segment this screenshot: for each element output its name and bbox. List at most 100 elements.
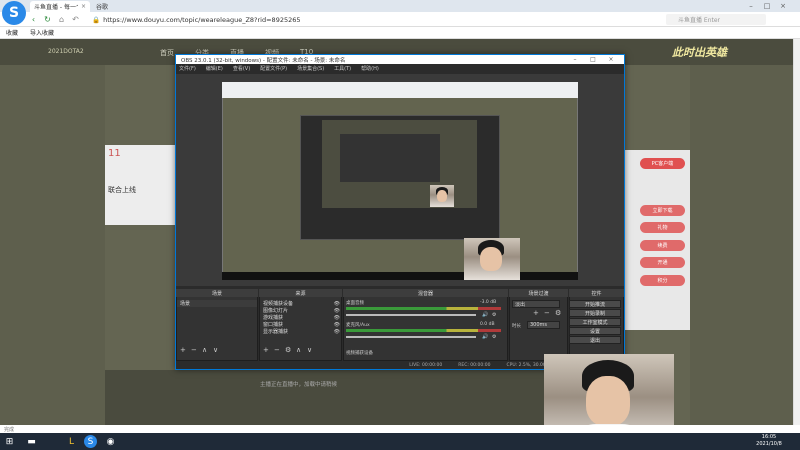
remove-transition-icon[interactable]: −: [544, 309, 550, 317]
start-recording-button[interactable]: 开始录制: [569, 309, 621, 317]
remove-scene-icon[interactable]: −: [191, 346, 197, 354]
taskbar-clock[interactable]: 16:05 2021/10/8: [744, 434, 794, 449]
bookmarks-bar: 收藏 导入收藏: [0, 27, 800, 39]
browser-status-bar: 完成: [0, 425, 800, 433]
url-text: https://www.douyu.com/topic/weareleague_…: [103, 15, 301, 24]
mixer-settings-icon[interactable]: ⚙: [492, 334, 496, 340]
obs-minimize-icon[interactable]: –: [568, 55, 582, 64]
duration-input[interactable]: 300ms: [527, 321, 560, 329]
folder-icon[interactable]: ▬: [25, 435, 38, 448]
visibility-icon[interactable]: 👁: [334, 315, 340, 321]
source-label: 视频捕获设备: [263, 301, 294, 307]
scene-down-icon[interactable]: ∨: [213, 346, 218, 354]
transitions-dock-title: 场景过渡: [509, 289, 568, 297]
scene-item[interactable]: 场景: [177, 300, 257, 307]
tag-download[interactable]: 立即下载: [640, 205, 685, 216]
mixer-channel-label: 桌面音频: [346, 301, 364, 306]
visibility-icon[interactable]: 👁: [334, 329, 340, 335]
search-input[interactable]: 斗鱼直播 Enter: [666, 14, 766, 25]
player-area: [105, 370, 545, 425]
visibility-icon[interactable]: 👁: [334, 308, 340, 314]
tag-gift[interactable]: 礼物: [640, 222, 685, 233]
source-item[interactable]: 窗口捕获 👁: [260, 321, 340, 329]
tab-douyu[interactable]: 斗鱼直播 - 每一个人的直播平台 ×: [30, 1, 90, 12]
source-settings-icon[interactable]: ⚙: [285, 346, 291, 354]
visibility-icon[interactable]: 👁: [334, 322, 340, 328]
audio-meter: [346, 307, 501, 310]
volume-slider[interactable]: [346, 314, 476, 316]
sources-dock-title: 来源: [259, 289, 342, 297]
close-tab-icon[interactable]: ×: [81, 3, 86, 10]
source-label: 图像幻灯片: [263, 308, 289, 314]
remove-source-icon[interactable]: −: [274, 346, 280, 354]
mixer-channel-label: 麦克风/Aux: [346, 323, 370, 328]
add-source-icon[interactable]: +: [263, 346, 269, 354]
minimize-icon[interactable]: –: [744, 0, 758, 11]
settings-button[interactable]: 设置: [569, 327, 621, 335]
refresh-icon[interactable]: ↻: [42, 14, 53, 25]
mixer-channel-db: -3.0 dB: [480, 300, 497, 305]
add-transition-icon[interactable]: +: [533, 309, 539, 317]
obs-menu-profile[interactable]: 配置文件(P): [260, 65, 287, 72]
site-nav-home[interactable]: 首页: [160, 48, 174, 58]
transition-settings-icon[interactable]: ⚙: [555, 309, 561, 317]
speaker-icon[interactable]: 🔊: [482, 334, 488, 340]
studio-mode-button[interactable]: 工作室模式: [569, 318, 621, 326]
mixer-settings-icon[interactable]: ⚙: [492, 312, 496, 318]
maximize-icon[interactable]: □: [760, 0, 774, 11]
start-icon[interactable]: ⊞: [3, 435, 16, 448]
transition-select[interactable]: 淡出: [512, 300, 560, 308]
source-down-icon[interactable]: ∨: [307, 346, 312, 354]
url-field[interactable]: 🔒 https://www.douyu.com/topic/weareleagu…: [92, 14, 562, 25]
left-card-title: 联合上线: [108, 186, 136, 194]
obs-maximize-icon[interactable]: □: [586, 55, 600, 64]
speaker-icon[interactable]: 🔊: [482, 312, 488, 318]
app-icon-l[interactable]: L: [65, 435, 78, 448]
source-item[interactable]: 视频捕获设备 👁: [260, 300, 340, 308]
site-logo[interactable]: 2021DOTA2: [48, 48, 84, 55]
tag-pc-client[interactable]: PC客户端: [640, 158, 685, 169]
player-hint: 主播正在直播中，加载中请稍候: [260, 382, 338, 388]
obs-menu-help[interactable]: 帮助(H): [361, 65, 379, 72]
source-up-icon[interactable]: ∧: [296, 346, 301, 354]
webcam-preview: [464, 238, 520, 280]
page-scrollbar[interactable]: [793, 39, 800, 425]
visibility-icon[interactable]: 👁: [334, 301, 340, 307]
browser-logo-icon: S: [2, 1, 26, 25]
tab-title: 谷歌: [96, 4, 109, 11]
bookmark-favorites[interactable]: 收藏: [6, 28, 18, 37]
obs-menu-tools[interactable]: 工具(T): [334, 65, 351, 72]
exit-button[interactable]: 退出: [569, 336, 621, 344]
obs-taskbar-icon[interactable]: ◉: [104, 435, 117, 448]
obs-close-icon[interactable]: ×: [604, 55, 618, 64]
bookmark-import[interactable]: 导入收藏: [30, 28, 54, 37]
add-scene-icon[interactable]: +: [180, 346, 186, 354]
scenes-dock-title: 场景: [176, 289, 258, 297]
audio-meter: [346, 329, 501, 332]
start-streaming-button[interactable]: 开始推流: [569, 300, 621, 308]
tab-new[interactable]: 谷歌: [92, 1, 122, 12]
source-item[interactable]: 显示器捕获 👁: [260, 328, 340, 336]
obs-menu-scene-collection[interactable]: 场景集合(S): [297, 65, 324, 72]
back-icon[interactable]: ‹: [28, 14, 39, 25]
tag-points[interactable]: 积分: [640, 275, 685, 286]
scene-up-icon[interactable]: ∧: [202, 346, 207, 354]
home-icon[interactable]: ⌂: [56, 14, 67, 25]
preview-browser-chrome: [222, 82, 578, 98]
volume-slider[interactable]: [346, 336, 476, 338]
obs-title: OBS 23.0.1 (32-bit, windows) - 配置文件: 未命名…: [181, 57, 346, 64]
controls-dock-title: 控件: [569, 289, 624, 297]
obs-menu-view[interactable]: 查看(V): [233, 65, 250, 72]
windows-taskbar: [0, 433, 800, 450]
tag-renew[interactable]: 续费: [640, 240, 685, 251]
close-window-icon[interactable]: ×: [776, 0, 790, 11]
obs-menu-file[interactable]: 文件(F): [179, 65, 196, 72]
tag-open[interactable]: 开通: [640, 257, 685, 268]
browser-taskbar-icon[interactable]: S: [84, 435, 97, 448]
mixer-channel-db: 0.0 dB: [480, 322, 495, 327]
obs-menu-edit[interactable]: 编辑(E): [206, 65, 223, 72]
source-item[interactable]: 游戏捕获 👁: [260, 314, 340, 322]
source-item[interactable]: 图像幻灯片 👁: [260, 307, 340, 315]
history-icon[interactable]: ↶: [70, 14, 81, 25]
left-card: 11 联合上线: [105, 145, 175, 225]
